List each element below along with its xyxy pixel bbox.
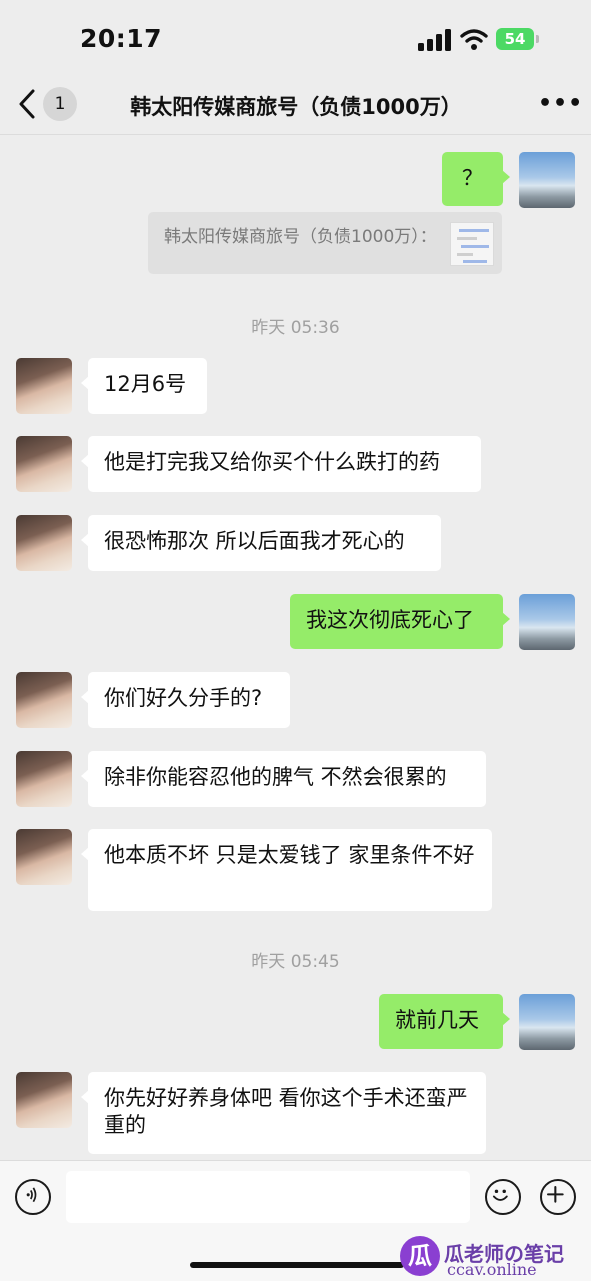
status-bar: 20:17 54 [0, 0, 591, 78]
contact-avatar[interactable] [16, 829, 72, 885]
message-timestamp: 昨天 05:36 [251, 318, 340, 338]
message-input[interactable] [66, 1171, 470, 1223]
status-time: 20:17 [80, 24, 163, 53]
my-avatar[interactable] [519, 994, 575, 1050]
battery-level: 54 [496, 28, 534, 50]
contact-message[interactable]: 他本质不坏 只是太爱钱了 家里条件不好 [81, 829, 492, 911]
message-timestamp: 昨天 05:45 [251, 952, 340, 972]
my-avatar[interactable] [519, 594, 575, 650]
back-chevron-icon[interactable] [16, 88, 38, 120]
contact-message[interactable]: 12月6号 [81, 358, 207, 414]
chat-title: 韩太阳传媒商旅号（负债1000万） [130, 95, 462, 119]
contact-message[interactable]: 除非你能容忍他的脾气 不然会很累的 [81, 751, 486, 807]
quoted-image-thumbnail[interactable] [450, 222, 494, 266]
watermark-url: ccav.online [447, 1260, 537, 1279]
voice-icon[interactable] [15, 1179, 51, 1215]
emoji-icon[interactable] [485, 1179, 521, 1215]
my-message[interactable]: ？ [442, 152, 510, 206]
my-message[interactable]: 我这次彻底死心了 [290, 594, 510, 649]
contact-avatar[interactable] [16, 515, 72, 571]
my-message[interactable]: 就前几天 [379, 994, 510, 1049]
contact-message[interactable]: 很恐怖那次 所以后面我才死心的 [81, 515, 441, 571]
contact-avatar[interactable] [16, 672, 72, 728]
contact-avatar[interactable] [16, 751, 72, 807]
chat-header: 1 韩太阳传媒商旅号（负债1000万） ••• [0, 78, 591, 135]
unread-count-badge[interactable]: 1 [43, 87, 77, 121]
more-icon[interactable]: ••• [538, 92, 582, 116]
home-indicator [190, 1262, 404, 1268]
contact-message[interactable]: 你们好久分手的? [81, 672, 290, 728]
cellular-signal-icon [418, 29, 451, 51]
contact-avatar[interactable] [16, 358, 72, 414]
quoted-message[interactable]: 韩太阳传媒商旅号（负债1000万）： [148, 212, 502, 274]
contact-message[interactable]: 他是打完我又给你买个什么跌打的药 [81, 436, 481, 492]
contact-avatar[interactable] [16, 436, 72, 492]
my-avatar[interactable] [519, 152, 575, 208]
wifi-icon [460, 29, 488, 50]
watermark-logo: 瓜 [400, 1236, 440, 1276]
contact-avatar[interactable] [16, 1072, 72, 1128]
battery-icon: 54 [496, 28, 540, 50]
plus-icon[interactable] [540, 1179, 576, 1215]
quoted-message-text: 韩太阳传媒商旅号（负债1000万）： [164, 227, 437, 247]
contact-message[interactable]: 你先好好养身体吧 看你这个手术还蛮严重的 [81, 1072, 486, 1154]
